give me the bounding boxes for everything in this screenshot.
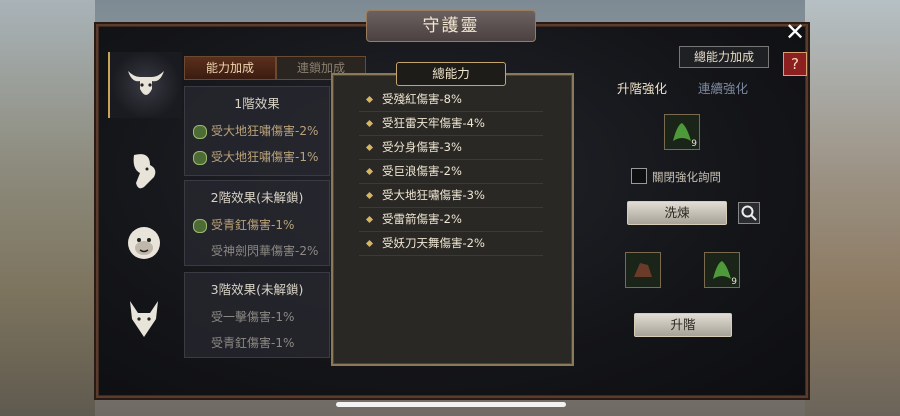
tier-effect-row: 受大地狂嘯傷害-1% [185, 144, 329, 170]
diamond-bullet-icon [365, 143, 374, 151]
tier-effect-row: 受一擊傷害-1% [211, 310, 295, 324]
refine-button[interactable]: 洗煉 [627, 201, 727, 225]
search-icon [741, 205, 757, 221]
tier-effect-row: 受大地狂嘯傷害-2% [185, 118, 329, 144]
background-scene-left [0, 0, 95, 416]
diamond-bullet-icon [365, 239, 374, 247]
checkbox-label: 關閉強化詢問 [652, 170, 721, 184]
tier-title: 3階效果(未解鎖) [210, 282, 304, 297]
tier-effect-row: 受青釭傷害-1% [211, 336, 295, 350]
disable-confirm-checkbox[interactable] [631, 168, 647, 184]
diamond-bullet-icon [365, 191, 374, 199]
item-count: 9 [731, 277, 737, 287]
diamond-bullet-icon [365, 215, 374, 223]
tier-title: 1階效果 [234, 96, 280, 111]
wolf-icon [130, 301, 158, 337]
ore-icon [634, 263, 652, 277]
diamond-bullet-icon [365, 167, 374, 175]
tab-upgrade-enhance[interactable]: 升階強化 [617, 78, 667, 97]
home-indicator[interactable] [336, 402, 566, 407]
sidebar-item-goat[interactable] [108, 138, 180, 204]
goat-icon [133, 154, 156, 189]
tier-effect-row: 受青釭傷害-1% [185, 212, 329, 238]
tab-ability-bonus[interactable]: 能力加成 [184, 56, 276, 80]
unlocked-icon [193, 218, 207, 233]
sidebar-item-monkey[interactable] [108, 210, 180, 276]
list-item: 受妖刀天舞傷害-2% [359, 232, 543, 256]
material-slot[interactable]: 9 [704, 252, 740, 288]
ox-icon [128, 71, 164, 95]
item-count: 9 [691, 139, 697, 149]
list-item: 受分身傷害-3% [359, 136, 543, 160]
list-item: 受大地狂嘯傷害-3% [359, 184, 543, 208]
tab-continuous-enhance[interactable]: 連續強化 [698, 78, 748, 97]
total-ability-button[interactable]: 總能力加成 [679, 46, 769, 68]
search-button[interactable] [738, 202, 760, 224]
tier-3-panel: 3階效果(未解鎖) 受一擊傷害-1% 受青釭傷害-1% [184, 272, 330, 358]
material-slot[interactable]: 9 [664, 114, 700, 150]
tier-2-panel: 2階效果(未解鎖) 受青釭傷害-1% 受神劍閃華傷害-2% [184, 180, 330, 266]
material-slot-locked[interactable] [625, 252, 661, 288]
list-item: 受雷箭傷害-2% [359, 208, 543, 232]
tier-title: 2階效果(未解鎖) [210, 190, 304, 205]
help-button[interactable]: ? [783, 52, 807, 76]
list-item: 受殘紅傷害-8% [359, 88, 543, 112]
sidebar-item-ox[interactable] [108, 52, 182, 118]
close-button[interactable]: ✕ [783, 20, 807, 44]
monkey-icon [128, 227, 160, 259]
list-item: 受狂雷天牢傷害-4% [359, 112, 543, 136]
tier-1-panel: 1階效果 受大地狂嘯傷害-2% 受大地狂嘯傷害-1% [184, 86, 330, 176]
background-scene-right [805, 0, 900, 416]
window-title: 守護靈 [366, 10, 536, 42]
upgrade-button[interactable]: 升階 [634, 313, 732, 337]
sidebar-item-wolf[interactable] [108, 286, 180, 352]
unlocked-icon [193, 150, 207, 165]
tier-effect-row: 受神劍閃華傷害-2% [211, 244, 319, 258]
diamond-bullet-icon [365, 119, 374, 127]
popup-title: 總能力 [396, 62, 506, 86]
list-item: 受巨浪傷害-2% [359, 160, 543, 184]
diamond-bullet-icon [365, 95, 374, 103]
unlocked-icon [193, 124, 207, 139]
popup-list: 受殘紅傷害-8% 受狂雷天牢傷害-4% 受分身傷害-3% 受巨浪傷害-2% 受大… [359, 88, 543, 256]
